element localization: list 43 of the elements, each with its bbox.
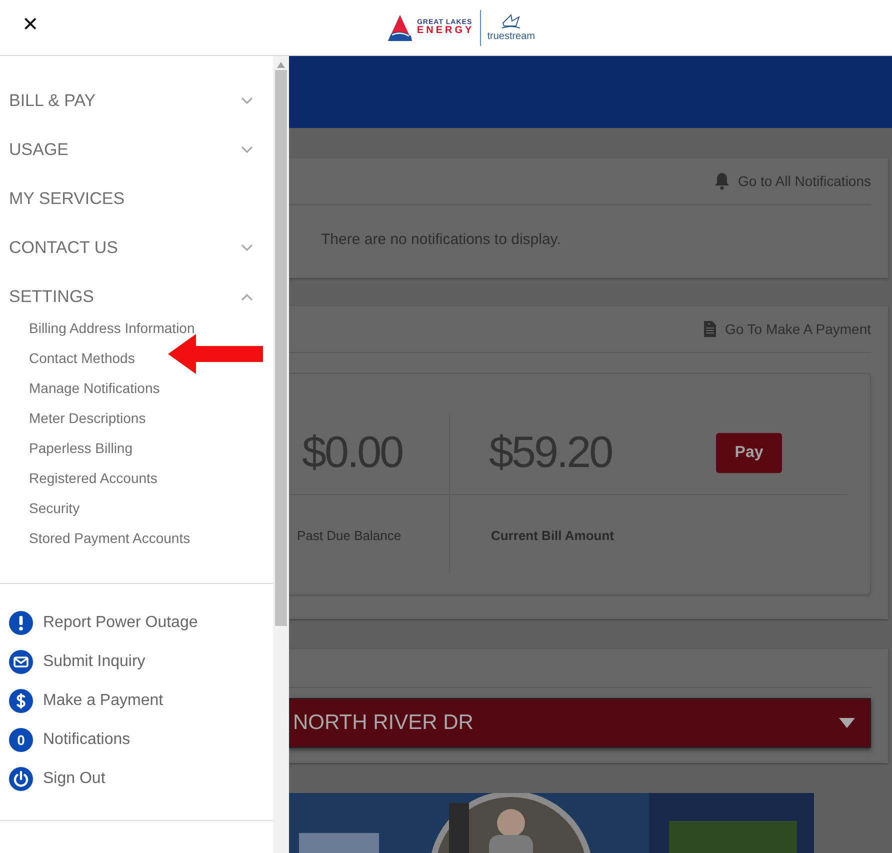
past-due-label: Past Due Balance bbox=[296, 527, 402, 543]
dollar-icon bbox=[9, 688, 33, 712]
logo-text: ENERGY bbox=[416, 26, 474, 36]
pointer-arrow-icon bbox=[168, 334, 264, 374]
menu-item[interactable]: Paperless Billing bbox=[0, 433, 273, 463]
action-item[interactable]: Submit Inquiry bbox=[0, 642, 273, 681]
close-button[interactable]: ✕ bbox=[18, 10, 43, 39]
bell-icon bbox=[714, 172, 730, 190]
menu-item[interactable]: Meter Descriptions bbox=[0, 403, 273, 433]
action-label: Report Power Outage bbox=[43, 614, 198, 632]
alert-icon bbox=[9, 610, 33, 634]
action-label: Notifications bbox=[43, 730, 130, 748]
menu-item[interactable]: Stored Payment Accounts bbox=[0, 523, 273, 553]
menu-section[interactable]: BILL & PAY bbox=[0, 76, 273, 125]
action-item[interactable]: Make a Payment bbox=[0, 681, 273, 720]
document-icon bbox=[702, 320, 717, 338]
current-bill-label: Current Bill Amount bbox=[490, 527, 616, 543]
action-label: Submit Inquiry bbox=[43, 652, 146, 670]
power-icon bbox=[9, 766, 33, 790]
mail-icon bbox=[9, 650, 33, 674]
scroll-up-icon[interactable] bbox=[277, 62, 285, 68]
dropdown-caret-icon bbox=[839, 718, 855, 728]
action-item[interactable]: Sign Out bbox=[0, 759, 273, 798]
action-label: Make a Payment bbox=[43, 692, 164, 710]
menu-item[interactable]: Manage Notifications bbox=[0, 373, 273, 403]
menu-section[interactable]: MY SERVICES bbox=[0, 174, 273, 223]
action-item[interactable]: Report Power Outage bbox=[0, 603, 273, 642]
menu-item[interactable]: Security bbox=[0, 493, 273, 523]
count-badge: 0 bbox=[9, 728, 33, 752]
account-dropdown[interactable]: NORTH RIVER DR bbox=[289, 698, 871, 748]
pay-button[interactable]: Pay bbox=[716, 433, 782, 473]
logo-icon bbox=[386, 14, 413, 42]
empty-message: There are no notifications to display. bbox=[320, 230, 562, 250]
partner-logo-text: truestream bbox=[487, 31, 536, 42]
menu-section[interactable]: USAGE bbox=[0, 125, 273, 174]
action-label: Sign Out bbox=[43, 770, 106, 788]
boat-icon bbox=[500, 13, 522, 31]
menu-item[interactable]: Contact Methods bbox=[0, 343, 273, 373]
menu-item[interactable]: Registered Accounts bbox=[0, 463, 273, 493]
scroll-thumb[interactable] bbox=[275, 70, 287, 626]
action-item[interactable]: 0 Notifications bbox=[0, 720, 273, 759]
scrollbar[interactable] bbox=[273, 56, 289, 853]
menu-section[interactable]: CONTACT US bbox=[0, 223, 273, 272]
